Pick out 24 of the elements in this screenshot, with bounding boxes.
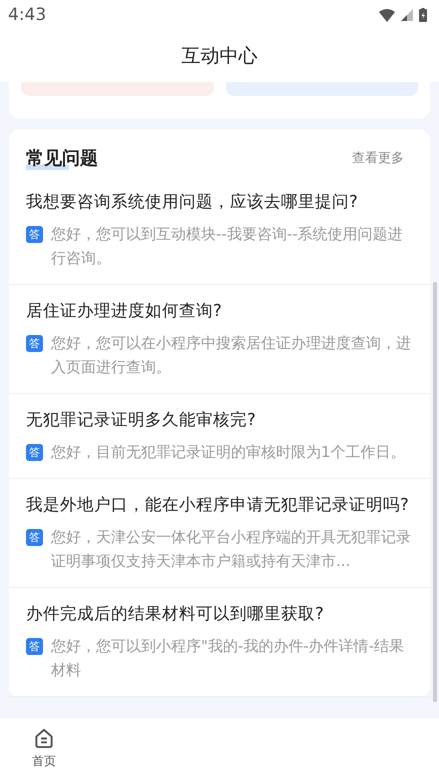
page-title: 互动中心 [182,44,258,69]
section-title: 常见问题 [26,146,98,170]
battery-icon [419,8,427,22]
faq-question[interactable]: 我想要咨询系统使用问题，应该去哪里提问? [26,188,414,216]
faq-answer: 您好，您可以在小程序中搜索居住证办理进度查询，进入页面进行查询。 [51,333,412,378]
signal-icon [401,9,413,21]
faq-question[interactable]: 办件完成后的结果材料可以到哪里获取? [26,600,414,628]
answer-badge: 答 [26,226,43,243]
faq-question[interactable]: 居住证办理进度如何查询? [26,297,414,325]
faq-question[interactable]: 我是外地户口，能在小程序申请无犯罪记录证明吗? [26,491,414,519]
home-icon [33,728,55,749]
faq-answer: 您好，目前无犯罪记录证明的审核时限为1个工作日。 [51,442,406,463]
faq-answer: 您好，天津公安一体化平台小程序端的开具无犯罪记录证明事项仅支持天津本市户籍或持有天津市... [51,527,412,572]
answer-badge: 答 [26,444,43,461]
answer-badge: 答 [26,335,43,352]
status-time: 4:43 [8,5,46,25]
faq-answer: 您好，您可以到小程序"我的-我的办件-办件详情-结果材料 [51,636,406,681]
answer-badge: 答 [26,638,43,655]
wifi-icon [379,8,395,22]
home-tab[interactable]: 首页 [24,718,64,780]
answer-badge: 答 [26,529,43,546]
faq-answer: 您好，您可以到互动模块--我要咨询--系统使用问题进行咨询。 [51,224,404,269]
faq-question[interactable]: 无犯罪记录证明多久能审核完? [26,406,414,434]
more-link[interactable]: 查看更多 [352,149,404,167]
